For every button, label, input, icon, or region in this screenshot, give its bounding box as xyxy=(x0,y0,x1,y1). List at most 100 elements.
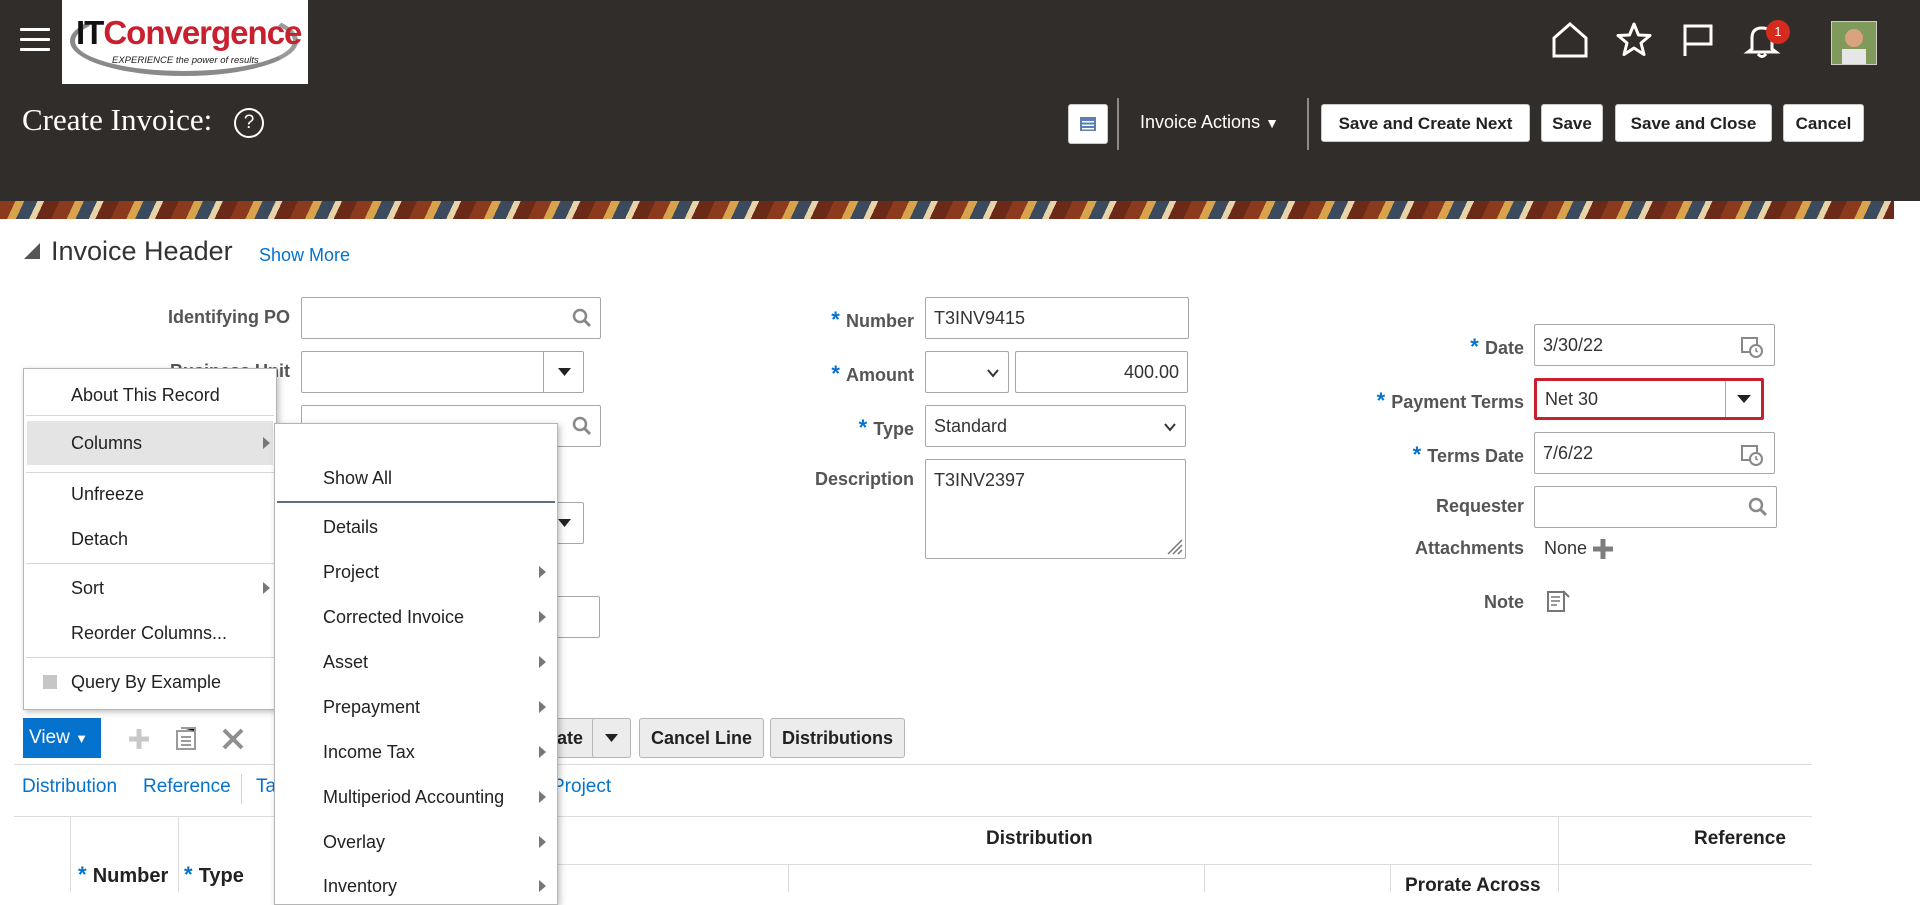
cancel-button[interactable]: Cancel xyxy=(1783,104,1864,142)
view-menu-button[interactable]: View ▼ xyxy=(23,718,101,758)
calendar-icon[interactable] xyxy=(1740,442,1764,466)
home-icon[interactable] xyxy=(1550,20,1590,60)
submenu-item-multiperiod-accounting[interactable]: Multiperiod Accounting xyxy=(323,787,504,808)
menu-separator xyxy=(26,415,274,416)
search-icon[interactable] xyxy=(1748,497,1768,517)
payment-terms-label: * Payment Terms xyxy=(1376,388,1524,413)
distributions-button[interactable]: Distributions xyxy=(770,718,905,758)
resize-handle-icon[interactable] xyxy=(1164,536,1184,556)
submenu-item-corrected-invoice[interactable]: Corrected Invoice xyxy=(323,607,464,628)
favorites-star-icon[interactable] xyxy=(1614,20,1654,60)
submenu-item-show-all[interactable]: Show All xyxy=(323,468,392,489)
calendar-icon[interactable] xyxy=(1740,334,1764,358)
watchlist-flag-icon[interactable] xyxy=(1678,20,1718,60)
collapse-section-icon[interactable] xyxy=(24,243,40,259)
add-note-icon[interactable] xyxy=(1545,589,1571,615)
column-header-number[interactable]: * Number xyxy=(78,862,168,888)
menu-item-query-by-example[interactable]: Query By Example xyxy=(71,672,221,693)
search-icon[interactable] xyxy=(572,416,592,436)
invoice-number-input[interactable]: T3INV9415 xyxy=(925,297,1189,339)
table-col-divider xyxy=(70,816,71,892)
add-attachment-icon[interactable] xyxy=(1591,538,1615,560)
caret-down-icon xyxy=(605,734,618,742)
table-col-divider xyxy=(1558,816,1559,892)
save-and-create-next-button[interactable]: Save and Create Next xyxy=(1321,104,1530,142)
currency-select[interactable] xyxy=(925,351,1009,393)
submenu-arrow-icon xyxy=(539,880,546,892)
business-unit-select[interactable] xyxy=(301,351,584,393)
spreadsheet-icon xyxy=(1080,117,1096,131)
amount-input[interactable]: 400.00 xyxy=(1015,351,1188,393)
tab-divider xyxy=(241,774,242,804)
chevron-down-icon: ▼ xyxy=(1265,115,1279,131)
payment-terms-value: Net 30 xyxy=(1545,389,1599,409)
tab-project[interactable]: Project xyxy=(552,776,611,798)
search-icon[interactable] xyxy=(572,308,592,328)
generate-distributions-dropdown[interactable] xyxy=(592,718,631,758)
attachments-value: None xyxy=(1544,538,1588,558)
group-header-distribution: Distribution xyxy=(986,828,1093,849)
menu-item-reorder-columns[interactable]: Reorder Columns... xyxy=(71,623,227,644)
view-context-menu: About This Record Columns Unfreeze Detac… xyxy=(23,368,277,710)
menu-separator xyxy=(26,563,274,564)
description-value: T3INV2397 xyxy=(934,470,1026,490)
identifying-po-input[interactable] xyxy=(301,297,601,339)
save-and-close-button[interactable]: Save and Close xyxy=(1615,104,1772,142)
cancel-line-button[interactable]: Cancel Line xyxy=(639,718,764,758)
menu-item-columns[interactable]: Columns xyxy=(27,421,273,465)
description-textarea[interactable]: T3INV2397 xyxy=(925,459,1186,559)
query-by-example-checkbox-icon xyxy=(43,675,57,689)
company-logo[interactable]: ITConvergence EXPERIENCE the power of re… xyxy=(62,0,308,84)
invoice-date-value: 3/30/22 xyxy=(1543,335,1604,355)
spreadsheet-view-button[interactable] xyxy=(1068,104,1108,144)
menu-item-detach[interactable]: Detach xyxy=(71,529,128,550)
note-label: Note xyxy=(1484,592,1524,612)
terms-date-input[interactable]: 7/6/22 xyxy=(1534,432,1775,474)
invoice-type-value: Standard xyxy=(934,416,1008,436)
attachments-label: Attachments xyxy=(1414,538,1524,558)
payment-terms-select[interactable]: Net 30 xyxy=(1534,378,1764,420)
submenu-item-prepayment[interactable]: Prepayment xyxy=(323,697,420,718)
menu-item-columns-label: Columns xyxy=(71,433,143,453)
requester-input[interactable] xyxy=(1534,486,1777,528)
menu-item-unfreeze[interactable]: Unfreeze xyxy=(71,484,144,505)
user-avatar[interactable] xyxy=(1831,21,1877,65)
columns-submenu: Show All Details Project Corrected Invoi… xyxy=(274,423,558,905)
submenu-item-overlay[interactable]: Overlay xyxy=(323,832,385,853)
menu-item-about-this-record[interactable]: About This Record xyxy=(71,385,220,406)
logo-wordmark: ITConvergence xyxy=(76,14,302,51)
payment-terms-dropdown-button[interactable] xyxy=(1725,381,1761,417)
help-icon[interactable]: ? xyxy=(234,108,264,138)
invoice-actions-menu[interactable]: Invoice Actions ▼ xyxy=(1140,112,1279,133)
add-row-icon[interactable] xyxy=(127,727,151,751)
submenu-item-income-tax[interactable]: Income Tax xyxy=(323,742,415,763)
navigator-menu-icon[interactable] xyxy=(20,28,50,54)
invoice-date-input[interactable]: 3/30/22 xyxy=(1534,324,1775,366)
submenu-item-details[interactable]: Details xyxy=(323,517,378,538)
delete-icon[interactable] xyxy=(221,727,245,751)
caret-down-icon xyxy=(558,368,571,376)
submenu-item-asset[interactable]: Asset xyxy=(323,652,368,673)
toolbar-divider xyxy=(1117,98,1119,150)
submenu-item-project[interactable]: Project xyxy=(323,562,379,583)
invoice-type-select[interactable]: Standard xyxy=(925,405,1186,447)
submenu-item-inventory[interactable]: Inventory xyxy=(323,876,397,897)
logo-tagline: EXPERIENCE the power of results xyxy=(112,55,259,66)
table-col-divider xyxy=(1390,864,1391,892)
description-label: Description xyxy=(814,469,914,489)
column-header-type[interactable]: * Type xyxy=(184,862,244,888)
tab-distribution[interactable]: Distribution xyxy=(22,776,117,798)
show-more-link[interactable]: Show More xyxy=(259,245,350,266)
submenu-arrow-icon xyxy=(539,611,546,623)
column-header-prorate-across[interactable]: Prorate Across xyxy=(1405,875,1541,897)
business-unit-dropdown-button[interactable] xyxy=(543,352,583,392)
tab-reference[interactable]: Reference xyxy=(143,776,231,798)
chevron-down-icon xyxy=(987,369,999,378)
menu-item-sort[interactable]: Sort xyxy=(71,578,104,599)
table-col-divider xyxy=(1204,864,1205,892)
save-button[interactable]: Save xyxy=(1541,104,1603,142)
duplicate-icon[interactable] xyxy=(174,725,198,751)
amount-label: * Amount xyxy=(831,361,914,386)
submenu-arrow-icon xyxy=(263,437,270,449)
table-col-divider xyxy=(178,816,179,892)
